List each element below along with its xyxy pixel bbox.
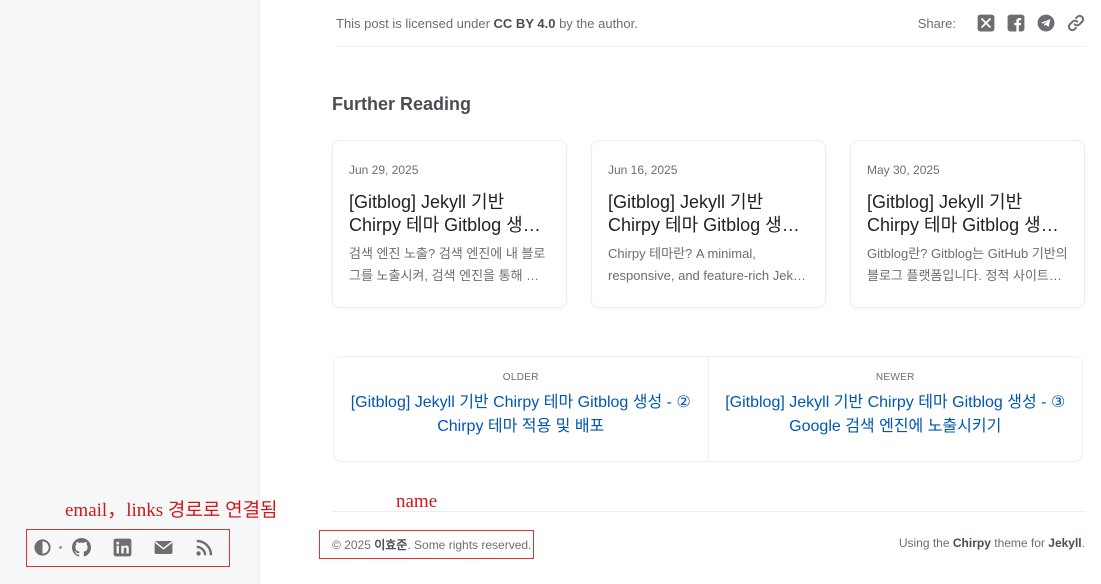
footer-divider: [332, 511, 1086, 512]
card-title: [Gitblog] Jekyll 기반 Chirpy 테마 Gitblog 생성…: [608, 192, 799, 235]
share-copy-link-button[interactable]: [1066, 13, 1086, 33]
annotation-footer-note: name: [396, 491, 438, 512]
card-date: May 30, 2025: [867, 163, 940, 177]
card-excerpt: Gitblog란? Gitblog는 GitHub 기반의 블로그 플랫폼입니다…: [867, 246, 1068, 283]
facebook-icon: [1007, 14, 1025, 32]
newer-post-title: [Gitblog] Jekyll 기반 Chirpy 테마 Gitblog 생성…: [725, 394, 1066, 435]
older-label: OLDER: [502, 372, 539, 383]
credit-suffix: .: [1081, 536, 1085, 550]
share-x-button[interactable]: [976, 13, 996, 33]
link-icon: [1067, 14, 1085, 32]
card-date: Jun 29, 2025: [349, 163, 419, 177]
share-facebook-button[interactable]: [1006, 13, 1026, 33]
card-excerpt: Chirpy 테마란? A minimal, responsive, and f…: [608, 246, 806, 283]
post-footer-area: This post is licensed under CC BY 4.0 by…: [332, 0, 1101, 584]
share-label: Share:: [917, 15, 956, 31]
credit-middle: theme for: [994, 536, 1045, 550]
license-link[interactable]: CC BY 4.0: [494, 16, 556, 31]
older-post-title: [Gitblog] Jekyll 기반 Chirpy 테마 Gitblog 생성…: [350, 394, 691, 435]
jekyll-link[interactable]: Jekyll: [1048, 536, 1081, 550]
related-post-card[interactable]: May 30, 2025 [Gitblog] Jekyll 기반 Chirpy …: [850, 140, 1085, 308]
telegram-icon: [1037, 14, 1055, 32]
related-post-card[interactable]: Jun 16, 2025 [Gitblog] Jekyll 기반 Chirpy …: [591, 140, 826, 308]
share-telegram-button[interactable]: [1036, 13, 1056, 33]
share-bar: Share:: [918, 13, 1086, 33]
license-row: This post is licensed under CC BY 4.0 by…: [336, 0, 1086, 47]
annotation-sidebar-box: [26, 529, 230, 567]
x-twitter-icon: [977, 14, 995, 32]
credit-prefix: Using the: [898, 536, 950, 550]
newer-post-link[interactable]: NEWER [Gitblog] Jekyll 기반 Chirpy 테마 Gitb…: [707, 357, 1083, 461]
license-suffix: by the author.: [559, 15, 638, 31]
theme-link[interactable]: Chirpy: [953, 536, 991, 550]
card-title: [Gitblog] Jekyll 기반 Chirpy 테마 Gitblog 생성…: [349, 192, 540, 235]
theme-credit: Using the Chirpy theme for Jekyll.: [899, 536, 1085, 550]
related-post-card[interactable]: Jun 29, 2025 [Gitblog] Jekyll 기반 Chirpy …: [332, 140, 567, 308]
license-text: This post is licensed under CC BY 4.0 by…: [336, 16, 638, 31]
older-post-link[interactable]: OLDER [Gitblog] Jekyll 기반 Chirpy 테마 Gitb…: [334, 357, 708, 461]
license-prefix: This post is licensed under: [336, 15, 490, 31]
further-reading-title: Further Reading: [332, 94, 472, 114]
card-excerpt: 검색 엔진 노출? 검색 엔진에 내 블로그를 노출시켜, 검색 엔진을 통해 …: [349, 246, 546, 283]
card-date: Jun 16, 2025: [608, 163, 678, 177]
newer-label: NEWER: [875, 372, 915, 383]
card-title: [Gitblog] Jekyll 기반 Chirpy 테마 Gitblog 생성…: [867, 192, 1058, 235]
post-navigation: OLDER [Gitblog] Jekyll 기반 Chirpy 테마 Gitb…: [333, 356, 1083, 462]
annotation-sidebar-note: email，links 경로로 연결됨: [65, 500, 278, 521]
annotation-footer-box: [319, 530, 534, 559]
